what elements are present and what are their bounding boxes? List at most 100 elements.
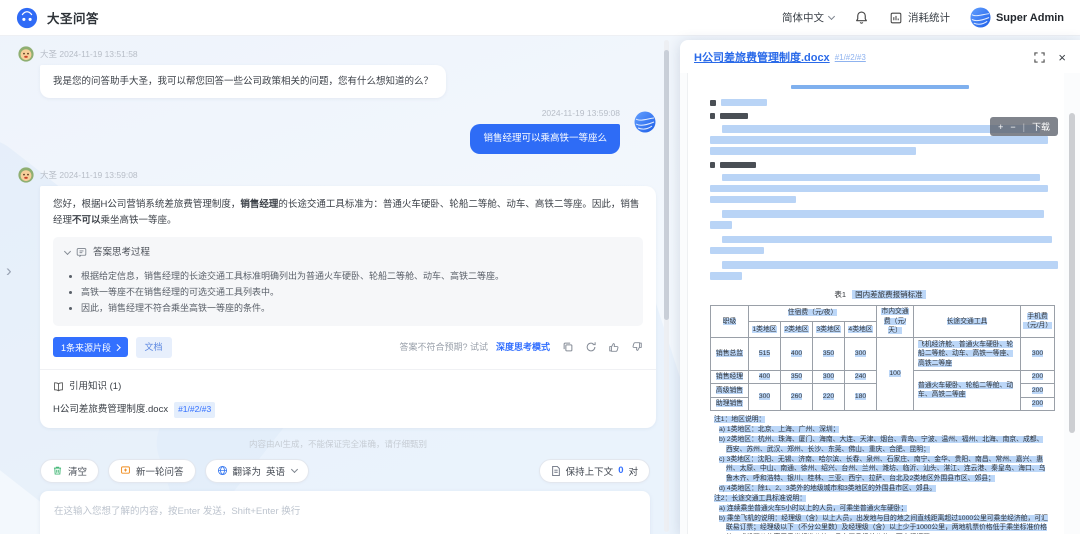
keep-context-count: 0 <box>618 465 623 476</box>
chevron-down-icon <box>828 13 835 20</box>
bot-avatar <box>18 46 34 62</box>
doc-redacted-text <box>710 85 1050 280</box>
document-preview-panel: H公司差旅费管理制度.docx #1/#2/#3 × 表1国内差旅费报销标准 职… <box>680 40 1080 534</box>
document-scrollbar[interactable] <box>1069 77 1075 530</box>
thumbs-down-icon[interactable] <box>631 341 643 353</box>
close-icon[interactable]: × <box>1058 51 1066 64</box>
usage-stats-label: 消耗统计 <box>908 10 950 25</box>
keep-context-toggle[interactable]: 保持上下文 0 对 <box>539 459 650 483</box>
expense-standard-table: 职级 住宿费（元/夜） 市内交通费（元/天） 长途交通工具 手机费（元/月） 1… <box>710 305 1055 412</box>
thumbs-up-icon[interactable] <box>608 341 620 353</box>
thinking-bullet: 因此，销售经理不符合乘坐高铁一等座的条件。 <box>81 300 631 316</box>
brand: 大圣问答 <box>16 7 99 29</box>
composer <box>40 491 650 534</box>
doc-note-line: b) 乘坐飞机的说明：经理级（含）以上人员，出发地与目的地之间直线距离超过100… <box>710 514 1050 534</box>
bot-avatar <box>18 167 34 183</box>
clear-button[interactable]: 清空 <box>40 459 99 483</box>
table-row: 销售总监 515 400 350 300 100 飞机经济舱、普通火车硬卧、轮船… <box>711 338 1055 371</box>
app-logo-icon <box>16 7 38 29</box>
bot-message: 大圣 2024-11-19 13:59:08 您好，根据H公司营销系统差旅费管理… <box>18 166 658 427</box>
answer-paragraph: 您好，根据H公司营销系统差旅费管理制度，销售经理的长途交通工具标准为：普通火车硬… <box>53 197 643 227</box>
feedback-icons <box>562 341 643 353</box>
globe-icon <box>217 465 228 476</box>
user-avatar <box>970 7 991 28</box>
thinking-bullets: 根据给定信息，销售经理的长途交通工具标准明确列出为普通火车硬卧、轮船二等舱、动车… <box>81 268 631 317</box>
doc-note-line: 注1：地区说明： <box>710 415 1050 425</box>
doc-zoom-controls: + − | 下载 <box>990 117 1058 136</box>
document-title-link[interactable]: H公司差旅费管理制度.docx <box>694 49 830 65</box>
regenerate-icon[interactable] <box>585 341 597 353</box>
translate-button[interactable]: 翻译为 英语 <box>205 459 310 483</box>
message-input[interactable] <box>40 491 650 534</box>
bot-answer-bubble: 您好，根据H公司营销系统差旅费管理制度，销售经理的长途交通工具标准为：普通火车硬… <box>40 186 656 427</box>
doc-note-line: a) 连续乘坐普通火车5小时以上的人员，可乘坐普通火车硬卧； <box>710 504 1050 514</box>
scrollbar-thumb[interactable] <box>664 50 669 320</box>
page-icon <box>551 465 561 477</box>
collapse-chevron-icon <box>64 248 71 255</box>
language-label: 简体中文 <box>782 10 824 25</box>
divider <box>40 369 656 370</box>
doc-note-line: b) 2类地区：杭州、珠海、厦门、海南、大连、天津、烟台、青岛、宁波、温州、福州… <box>710 435 1050 455</box>
copy-icon[interactable] <box>562 341 574 353</box>
language-selector[interactable]: 简体中文 <box>782 10 834 25</box>
zoom-in-button[interactable]: + <box>998 122 1003 132</box>
top-bar: 大圣问答 简体中文 消耗统计 Super Admin <box>0 0 1080 36</box>
table-notes: 注1：地区说明：a) 1类地区：北京、上海、广州、深圳；b) 2类地区：杭州、珠… <box>710 415 1050 534</box>
new-round-button[interactable]: 新一轮问答 <box>108 459 196 483</box>
thinking-panel: 答案思考过程 根据给定信息，销售经理的长途交通工具标准明确列出为普通火车硬卧、轮… <box>53 237 643 326</box>
citation-doc-name[interactable]: H公司差旅费管理制度.docx <box>53 402 168 417</box>
app-window: 大圣问答 简体中文 消耗统计 Super Admin 大圣 2024-11-19 <box>0 0 1080 534</box>
answer-actions: 1条来源片段 文档 答案不符合预期? 试试 深度思考模式 <box>53 337 643 358</box>
feedback-hint: 答案不符合预期? 试试 <box>399 340 488 354</box>
fullscreen-icon[interactable] <box>1034 52 1045 63</box>
citation-title: 引用知识 (1) <box>69 379 121 394</box>
doc-note-line: 注2：长途交通工具标准说明： <box>710 494 1050 504</box>
chevron-right-icon <box>114 344 120 350</box>
chat-area: 大圣 2024-11-19 13:51:58 我是您的问答助手大圣，我可以帮您回… <box>0 36 672 534</box>
app-title: 大圣问答 <box>47 8 99 27</box>
deep-think-mode-link[interactable]: 深度思考模式 <box>496 340 550 354</box>
user-message-avatar <box>634 111 656 138</box>
trash-icon <box>52 465 63 476</box>
doc-note-line: c) 3类地区：沈阳、无锡、济南、哈尔滨、长春、泉州、石家庄、南宁、金华、贵阳、… <box>710 455 1050 485</box>
notification-bell-icon[interactable] <box>854 10 869 25</box>
sidebar-expand-handle[interactable]: › <box>2 258 16 283</box>
chevron-down-icon <box>291 466 298 473</box>
doc-note-line: a) 1类地区：北京、上海、广州、深圳； <box>710 425 1050 435</box>
message-meta: 大圣 2024-11-19 13:51:58 <box>40 48 138 60</box>
document-chip[interactable]: 文档 <box>136 337 172 358</box>
thinking-bullet: 高铁一等座不在销售经理的可选交通工具列表中。 <box>81 284 631 300</box>
ai-disclaimer: 内容由AI生成，不能保证完全准确，请仔细甄别 <box>18 438 658 450</box>
usage-stats-button[interactable]: 消耗统计 <box>889 10 950 25</box>
header-actions: 简体中文 消耗统计 Super Admin <box>782 7 1064 28</box>
user-message-bubble: 销售经理可以乘高铁一等座么 <box>470 124 620 154</box>
zoom-out-button[interactable]: − <box>1010 122 1015 132</box>
scrollbar-thumb[interactable] <box>1069 113 1075 433</box>
thinking-bullet: 根据给定信息，销售经理的长途交通工具标准明确列出为普通火车硬卧、轮船二等舱、动车… <box>81 268 631 284</box>
document-panel-header: H公司差旅费管理制度.docx #1/#2/#3 × <box>680 40 1080 71</box>
document-refs[interactable]: #1/#2/#3 <box>835 53 866 62</box>
citation-header: 引用知识 (1) <box>53 379 643 394</box>
message-meta: 大圣 2024-11-19 13:59:08 <box>40 169 138 181</box>
table-caption: 表1国内差旅费报销标准 <box>710 289 1050 300</box>
thinking-title: 答案思考过程 <box>93 245 150 260</box>
download-button[interactable]: 下载 <box>1032 120 1050 133</box>
user-message-time: 2024-11-19 13:59:08 <box>18 108 620 118</box>
thinking-toggle[interactable]: 答案思考过程 <box>65 245 631 260</box>
chat-toolbar: 清空 新一轮问答 翻译为 英语 保持上下文 0 对 <box>40 459 650 483</box>
chat-scrollbar[interactable] <box>664 40 669 532</box>
new-chat-icon <box>120 465 131 476</box>
user-menu[interactable]: Super Admin <box>970 7 1064 28</box>
translate-language: 英语 <box>266 464 285 478</box>
stats-icon <box>889 11 903 25</box>
citation-refs[interactable]: #1/#2/#3 <box>174 402 215 418</box>
user-message: 2024-11-19 13:59:08 销售经理可以乘高铁一等座么 <box>18 108 628 154</box>
citation-item: H公司差旅费管理制度.docx #1/#2/#3 <box>53 402 643 418</box>
doc-note-line: d) 4类地区：除1、2、3类外的地级城市和3类地区的外围县市区、郊县。 <box>710 484 1050 494</box>
book-icon <box>53 381 64 392</box>
user-name: Super Admin <box>996 12 1064 24</box>
bot-message: 大圣 2024-11-19 13:51:58 我是您的问答助手大圣，我可以帮您回… <box>18 45 658 98</box>
thinking-bubble-icon <box>76 247 87 258</box>
source-snippets-button[interactable]: 1条来源片段 <box>53 337 128 357</box>
bot-message-bubble: 我是您的问答助手大圣，我可以帮您回答一些公司政策相关的问题，您有什么想知道的么？ <box>40 65 446 98</box>
